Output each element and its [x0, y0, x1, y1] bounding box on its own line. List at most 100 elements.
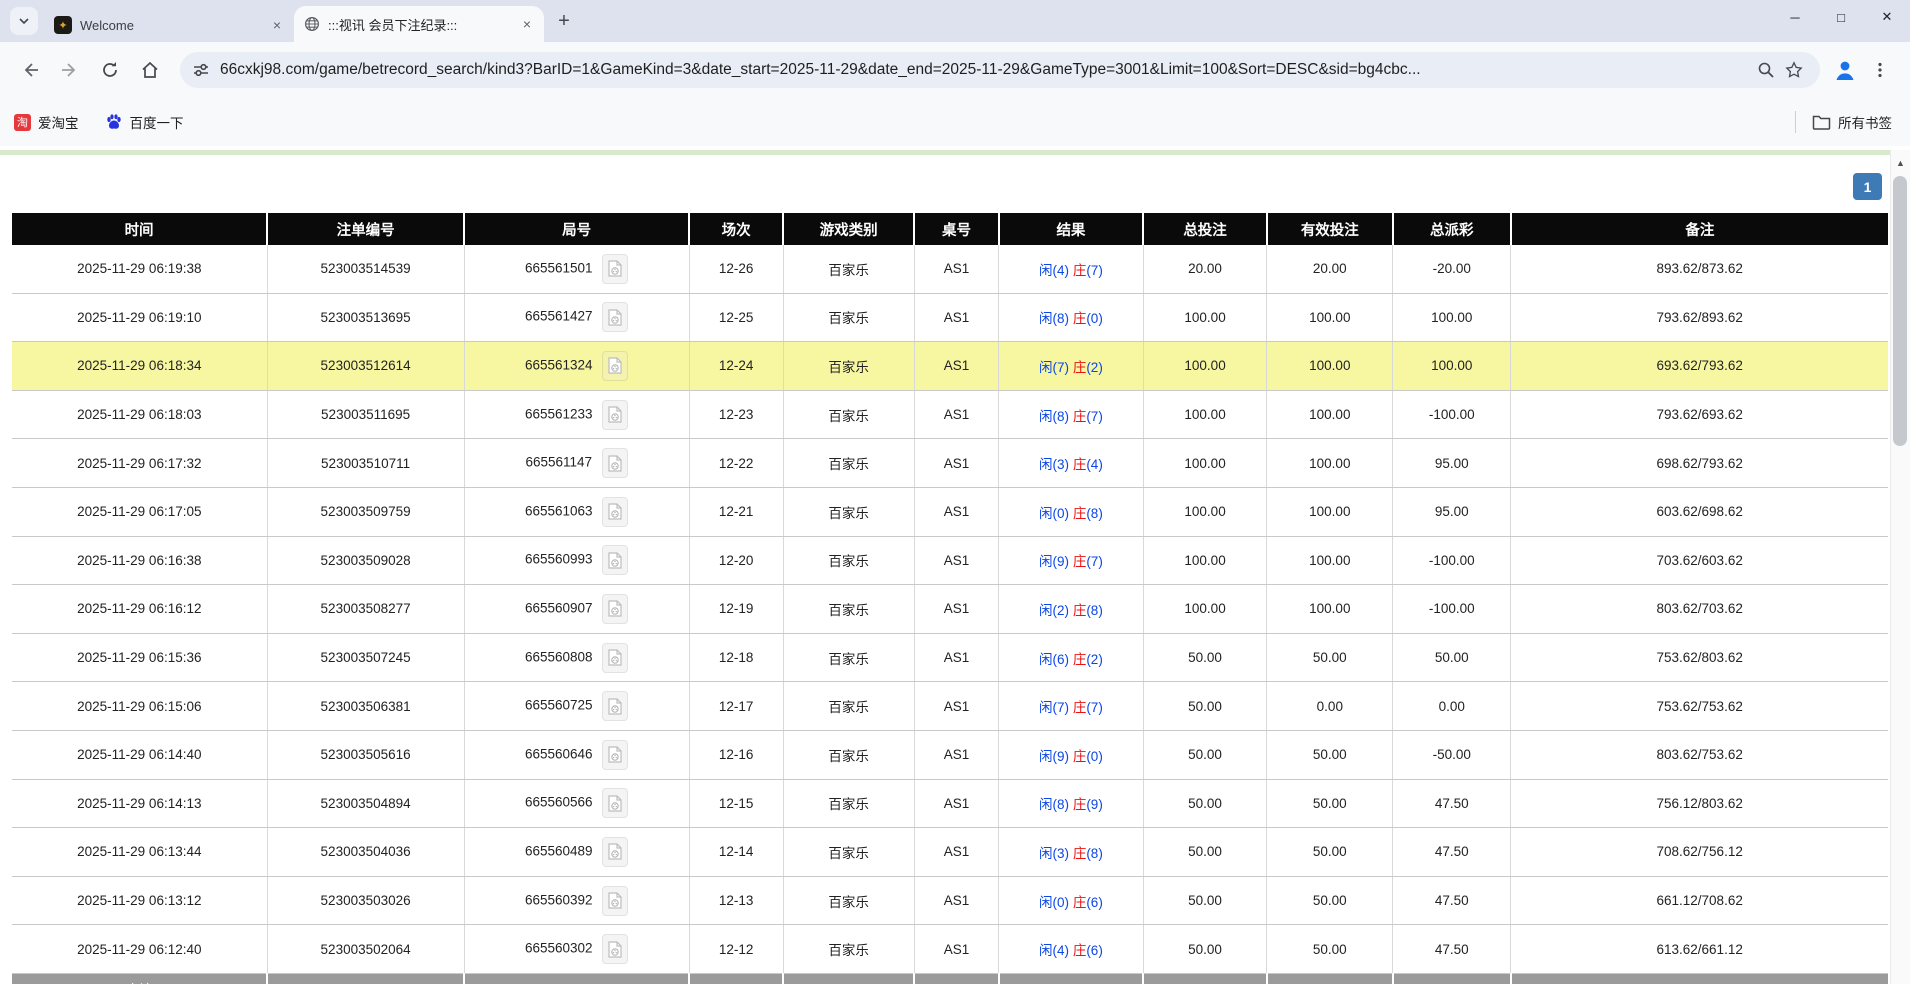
home-button[interactable]: [133, 53, 167, 87]
video-replay-button[interactable]: [602, 351, 628, 381]
bookmark-star-button[interactable]: [1780, 56, 1808, 84]
video-replay-button[interactable]: [602, 837, 628, 867]
video-replay-button[interactable]: [602, 594, 628, 624]
cell-total-bet: 100.00: [1143, 342, 1267, 391]
all-bookmarks-button[interactable]: 所有书签: [1812, 112, 1892, 132]
header-time: 时间: [12, 213, 267, 245]
cell-session: 12-17: [689, 682, 783, 731]
welcome-favicon-icon: ✦: [54, 16, 72, 34]
cell-game-category: 百家乐: [783, 390, 914, 439]
page-scrollbar[interactable]: ▲: [1890, 150, 1910, 984]
bookmark-taobao[interactable]: 淘 爱淘宝: [14, 112, 79, 132]
video-replay-button[interactable]: [602, 740, 628, 770]
cell-table-no: AS1: [914, 293, 998, 342]
cell-remark: 753.62/753.62: [1511, 682, 1888, 731]
cell-remark: 753.62/803.62: [1511, 633, 1888, 682]
taobao-icon: 淘: [14, 114, 31, 131]
result-player: 闲(7): [1039, 700, 1069, 715]
cell-total-bet: 50.00: [1143, 682, 1267, 731]
table-row: 2025-11-29 06:14:13523003504894665560566…: [12, 779, 1888, 828]
result-player: 闲(3): [1039, 846, 1069, 861]
tab-bet-records[interactable]: :::视讯 会员下注纪录::: ×: [294, 6, 544, 42]
cell-table-no: AS1: [914, 487, 998, 536]
zoom-indicator-button[interactable]: [1752, 56, 1780, 84]
scroll-up-icon[interactable]: ▲: [1891, 158, 1910, 168]
cell-time: 2025-11-29 06:16:12: [12, 585, 267, 634]
cell-time: 2025-11-29 06:19:10: [12, 293, 267, 342]
video-replay-button[interactable]: [602, 497, 628, 527]
video-replay-button[interactable]: [602, 254, 628, 284]
bookmark-baidu[interactable]: 百度一下: [105, 112, 184, 132]
table-header-row: 时间 注单编号 局号 场次 游戏类别 桌号 结果 总投注 有效投注 总派彩 备注: [12, 213, 1888, 245]
cell-table-no: AS1: [914, 342, 998, 391]
cell-remark: 708.62/756.12: [1511, 828, 1888, 877]
bookmarks-right: 所有书签: [1795, 111, 1896, 133]
maximize-button[interactable]: □: [1818, 0, 1864, 34]
cell-bet-id: 523003513695: [267, 293, 464, 342]
cell-remark: 803.62/753.62: [1511, 730, 1888, 779]
film-icon: [608, 357, 622, 374]
table-row: 2025-11-29 06:18:03523003511695665561233…: [12, 390, 1888, 439]
scrollbar-thumb[interactable]: [1893, 176, 1907, 446]
video-replay-button[interactable]: [602, 886, 628, 916]
cell-result: 闲(9) 庄(0): [999, 730, 1143, 779]
film-icon: [608, 843, 622, 860]
table-row: 2025-11-29 06:15:36523003507245665560808…: [12, 633, 1888, 682]
close-button[interactable]: ✕: [1864, 0, 1910, 34]
minimize-button[interactable]: ─: [1772, 0, 1818, 34]
address-bar[interactable]: 66cxkj98.com/game/betrecord_search/kind3…: [180, 52, 1820, 88]
reload-button[interactable]: [93, 53, 127, 87]
cell-table-no: AS1: [914, 682, 998, 731]
tab-welcome[interactable]: ✦ Welcome ×: [44, 8, 294, 42]
video-replay-button[interactable]: [602, 788, 628, 818]
cell-session: 12-21: [689, 487, 783, 536]
forward-button[interactable]: [53, 53, 87, 87]
cell-bet-id: 523003511695: [267, 390, 464, 439]
table-row: 2025-11-29 06:16:12523003508277665560907…: [12, 585, 1888, 634]
back-button[interactable]: [13, 53, 47, 87]
video-replay-button[interactable]: [602, 934, 628, 964]
subtotal-label: 小计: [12, 973, 267, 984]
cell-session: 12-14: [689, 828, 783, 877]
cell-payout: 100.00: [1393, 342, 1511, 391]
cell-bet-id: 523003504036: [267, 828, 464, 877]
video-replay-button[interactable]: [602, 302, 628, 332]
cell-session: 12-20: [689, 536, 783, 585]
table-row: 2025-11-29 06:15:06523003506381665560725…: [12, 682, 1888, 731]
cell-result: 闲(8) 庄(7): [999, 390, 1143, 439]
subtotal-empty: [783, 973, 914, 984]
cell-round-id: 665560489: [464, 828, 689, 877]
result-banker: 庄: [1073, 409, 1087, 424]
browser-menu-button[interactable]: [1863, 53, 1897, 87]
profile-avatar[interactable]: [1830, 55, 1860, 85]
window-controls: ─ □ ✕: [1772, 0, 1910, 34]
cell-total-bet: 100.00: [1143, 536, 1267, 585]
cell-time: 2025-11-29 06:16:38: [12, 536, 267, 585]
tab-close-icon[interactable]: ×: [268, 16, 286, 34]
table-row: 2025-11-29 06:16:38523003509028665560993…: [12, 536, 1888, 585]
video-replay-button[interactable]: [602, 643, 628, 673]
video-replay-button[interactable]: [602, 691, 628, 721]
cell-payout: -20.00: [1393, 245, 1511, 293]
video-replay-button[interactable]: [602, 400, 628, 430]
result-player: 闲(3): [1039, 457, 1069, 472]
globe-icon: [304, 16, 320, 32]
result-banker: 庄: [1073, 311, 1087, 326]
bookmarks-divider: [1795, 111, 1796, 133]
pagination-page-1[interactable]: 1: [1853, 173, 1882, 200]
cell-payout: 47.50: [1393, 828, 1511, 877]
new-tab-button[interactable]: +: [550, 7, 578, 35]
result-banker: 庄: [1073, 554, 1087, 569]
table-row: 2025-11-29 06:18:34523003512614665561324…: [12, 342, 1888, 391]
result-banker: 庄: [1073, 506, 1087, 521]
tab-search-button[interactable]: [10, 7, 38, 35]
tab-close-icon[interactable]: ×: [518, 15, 536, 33]
cell-round-id: 665561147: [464, 439, 689, 488]
cell-game-category: 百家乐: [783, 925, 914, 974]
cell-remark: 893.62/873.62: [1511, 245, 1888, 293]
video-replay-button[interactable]: [602, 448, 628, 478]
cell-table-no: AS1: [914, 245, 998, 293]
cell-round-id: 665560566: [464, 779, 689, 828]
cell-game-category: 百家乐: [783, 536, 914, 585]
video-replay-button[interactable]: [602, 545, 628, 575]
